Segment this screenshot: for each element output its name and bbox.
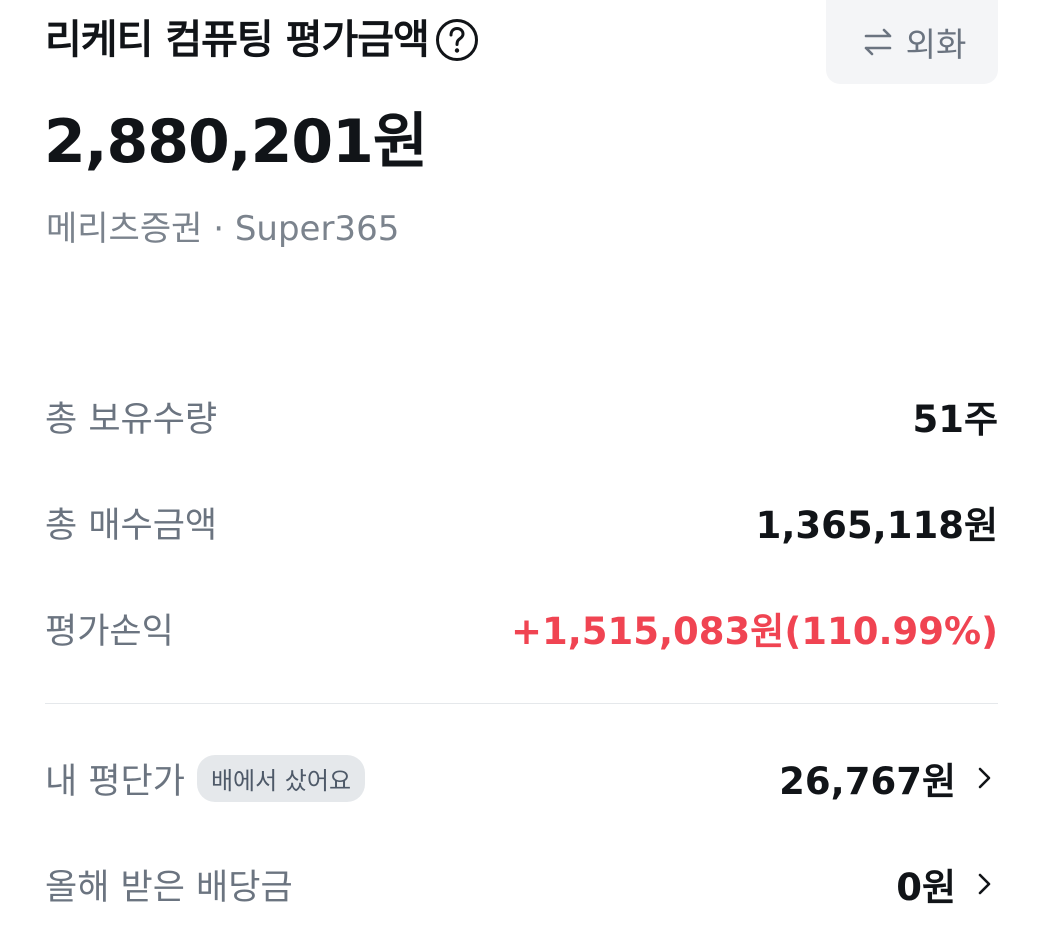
chevron-right-icon [970,870,998,898]
profit-loss-value: +1,515,083원(110.99%) [510,610,998,653]
avg-price-label-group: 내 평단가 배에서 샀어요 [45,753,366,804]
account-info: 메리츠증권 · Super365 [46,209,400,249]
header: 리케티 컴퓨팅 평가금액 외화 [45,0,998,90]
question-circle-icon[interactable] [435,18,479,62]
total-purchase-value: 1,365,118원 [755,504,998,547]
divider [45,703,998,704]
dividend-value-group: 0원 [896,857,998,911]
total-purchase-label: 총 매수금액 [45,505,218,546]
dividend-value: 0원 [896,866,956,909]
total-quantity-value: 51주 [912,398,998,441]
avg-price-row[interactable]: 내 평단가 배에서 샀어요 26,767원 [45,748,998,808]
chevron-right-icon [970,764,998,792]
total-purchase-row: 총 매수금액 1,365,118원 [45,492,998,552]
page-title: 리케티 컴퓨팅 평가금액 [45,17,430,63]
swap-arrows-icon [858,22,898,62]
dividend-row[interactable]: 올해 받은 배당금 0원 [45,854,998,914]
total-quantity-label: 총 보유수량 [45,399,218,440]
fx-button[interactable]: 외화 [826,0,998,84]
total-quantity-row: 총 보유수량 51주 [45,386,998,446]
avg-price-label: 내 평단가 [45,761,185,802]
avg-price-value-group: 26,767원 [779,751,998,805]
avg-price-value: 26,767원 [779,760,956,803]
title-row: 리케티 컴퓨팅 평가금액 [45,14,479,66]
profit-loss-row: 평가손익 +1,515,083원(110.99%) [45,598,998,658]
avg-price-badge: 배에서 샀어요 [196,754,366,802]
profit-loss-label: 평가손익 [45,611,174,652]
dividend-label: 올해 받은 배당금 [45,867,293,908]
evaluation-amount: 2,880,201원 [44,107,428,177]
fx-button-label: 외화 [905,25,967,64]
